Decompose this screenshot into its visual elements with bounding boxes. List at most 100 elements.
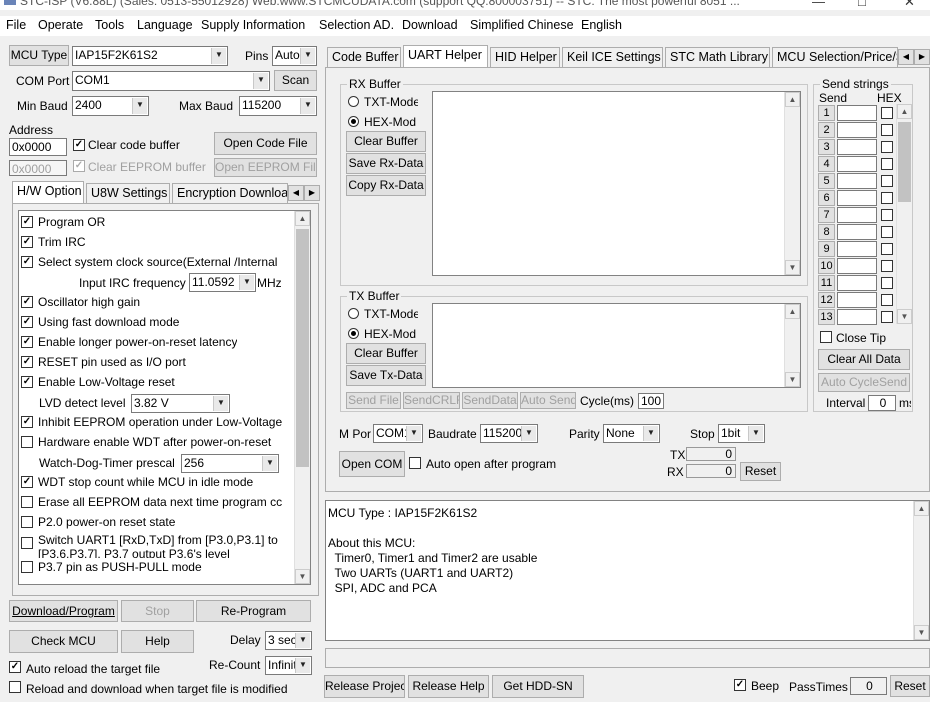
select-clock-checkbox[interactable]: ✓ [21, 256, 33, 268]
release-project-button[interactable]: Release Project [324, 675, 405, 698]
rx-hex-mode-radio[interactable] [348, 116, 359, 127]
tab-hid-helper[interactable]: HID Helper [490, 47, 560, 68]
send-row-button[interactable]: 2 [818, 122, 835, 138]
option-low-voltage[interactable]: ✓ Enable Low-Voltage reset [21, 375, 289, 395]
scroll-thumb[interactable] [296, 229, 309, 467]
menu-operate[interactable]: Operate [38, 18, 83, 32]
scroll-up-icon[interactable]: ▲ [295, 211, 310, 226]
longer-latency-checkbox[interactable]: ✓ [21, 336, 33, 348]
send-string-input[interactable] [837, 173, 877, 189]
send-row-button[interactable]: 12 [818, 292, 835, 308]
scroll-down-icon[interactable]: ▼ [785, 372, 800, 387]
send-string-input[interactable] [837, 122, 877, 138]
pass-times-reset-button[interactable]: Reset [890, 675, 930, 697]
option-longer-latency[interactable]: ✓ Enable longer power-on-reset latency [21, 335, 289, 355]
option-wdt-stop[interactable]: ✓ WDT stop count while MCU in idle mode [21, 475, 289, 495]
tab-scroll-right-icon[interactable]: ▶ [914, 49, 930, 65]
option-osc-gain[interactable]: ✓ Oscillator high gain [21, 295, 289, 315]
scroll-down-icon[interactable]: ▼ [897, 309, 912, 324]
parity-select[interactable]: None ▼ [603, 424, 660, 443]
max-baud-select[interactable]: 115200 ▼ [239, 96, 317, 116]
lvd-select[interactable]: 3.82 V ▼ [131, 394, 230, 413]
send-hex-checkbox[interactable] [881, 124, 893, 136]
send-row-button[interactable]: 10 [818, 258, 835, 274]
send-row-button[interactable]: 8 [818, 224, 835, 240]
tx-txt-mode-radio[interactable] [348, 308, 359, 319]
irc-frequency-select[interactable]: 11.0592 ▼ [189, 273, 256, 292]
send-string-input[interactable] [837, 309, 877, 325]
menu-file[interactable]: File [6, 18, 26, 32]
recount-select[interactable]: Infinit ▼ [265, 656, 312, 675]
hw-option-scrollbar[interactable]: ▲ ▼ [294, 211, 310, 584]
open-com-button[interactable]: Open COM [339, 451, 405, 477]
count-reset-button[interactable]: Reset [740, 462, 781, 481]
option-erase-eeprom[interactable]: Erase all EEPROM data next time program … [21, 495, 289, 515]
menu-simplified-chinese[interactable]: Simplified Chinese [470, 18, 574, 32]
clear-code-buffer-checkbox[interactable]: ✓ [73, 139, 85, 151]
low-voltage-checkbox[interactable]: ✓ [21, 376, 33, 388]
scroll-up-icon[interactable]: ▲ [785, 304, 800, 319]
option-p37-pushpull[interactable]: P3.7 pin as PUSH-PULL mode [21, 560, 289, 580]
send-hex-checkbox[interactable] [881, 175, 893, 187]
send-row-button[interactable]: 4 [818, 156, 835, 172]
option-switch-uart[interactable]: Switch UART1 [RxD,TxD] from [P3.0,P3.1] … [21, 533, 289, 559]
reset-io-checkbox[interactable]: ✓ [21, 356, 33, 368]
uart-com-port-select[interactable]: COM1 ▼ [373, 424, 423, 443]
minimize-icon[interactable]: — [812, 0, 825, 9]
help-button[interactable]: Help [121, 630, 194, 653]
send-hex-checkbox[interactable] [881, 209, 893, 221]
address-input[interactable]: 0x0000 [9, 138, 67, 156]
scroll-down-icon[interactable]: ▼ [295, 569, 310, 584]
tab-mcu-selection[interactable]: MCU Selection/Price/S [772, 47, 898, 68]
send-hex-checkbox[interactable] [881, 158, 893, 170]
send-string-input[interactable] [837, 207, 877, 223]
close-icon[interactable]: ✕ [904, 0, 915, 10]
com-port-select[interactable]: COM1 ▼ [72, 71, 270, 91]
send-hex-checkbox[interactable] [881, 260, 893, 272]
scroll-up-icon[interactable]: ▲ [897, 104, 912, 119]
cycle-input[interactable]: 100 [638, 393, 664, 409]
option-program-or[interactable]: ✓ Program OR [21, 215, 289, 235]
send-row-button[interactable]: 6 [818, 190, 835, 206]
scan-button[interactable]: Scan [274, 70, 317, 91]
tab-scroll-left-icon[interactable]: ◀ [288, 185, 304, 201]
send-row-button[interactable]: 1 [818, 105, 835, 121]
maximize-icon[interactable]: □ [858, 0, 866, 9]
min-baud-select[interactable]: 2400 ▼ [72, 96, 149, 116]
rx-save-data-button[interactable]: Save Rx-Data [346, 153, 426, 174]
tab-keil-ice-settings[interactable]: Keil ICE Settings [562, 47, 663, 68]
option-p20-state[interactable]: P2.0 power-on reset state [21, 515, 289, 535]
check-mcu-button[interactable]: Check MCU [9, 630, 118, 653]
send-row-button[interactable]: 7 [818, 207, 835, 223]
option-trim-irc[interactable]: ✓ Trim IRC [21, 235, 289, 255]
send-string-input[interactable] [837, 105, 877, 121]
trim-irc-checkbox[interactable]: ✓ [21, 236, 33, 248]
tab-scroll-right-icon[interactable]: ▶ [304, 185, 320, 201]
tab-uart-helper[interactable]: UART Helper [403, 45, 488, 68]
scroll-down-icon[interactable]: ▼ [914, 625, 929, 640]
send-hex-checkbox[interactable] [881, 294, 893, 306]
send-hex-checkbox[interactable] [881, 243, 893, 255]
send-row-button[interactable]: 3 [818, 139, 835, 155]
send-string-input[interactable] [837, 292, 877, 308]
rx-txt-mode-radio[interactable] [348, 96, 359, 107]
clear-all-data-button[interactable]: Clear All Data [818, 349, 910, 370]
close-tip-checkbox[interactable] [820, 331, 832, 343]
option-inhibit-eeprom[interactable]: ✓ Inhibit EEPROM operation under Low-Volt… [21, 415, 289, 435]
rx-clear-buffer-button[interactable]: Clear Buffer [346, 131, 426, 152]
send-string-input[interactable] [837, 190, 877, 206]
send-row-button[interactable]: 13 [818, 309, 835, 325]
auto-open-checkbox[interactable] [409, 457, 421, 469]
p20-state-checkbox[interactable] [21, 516, 33, 528]
wdt-stop-checkbox[interactable]: ✓ [21, 476, 33, 488]
send-string-input[interactable] [837, 258, 877, 274]
osc-gain-checkbox[interactable]: ✓ [21, 296, 33, 308]
tab-encryption-download[interactable]: Encryption Downloa [172, 183, 288, 204]
tab-scroll-left-icon[interactable]: ◀ [898, 49, 914, 65]
reload-modified-checkbox[interactable] [9, 681, 21, 693]
send-hex-checkbox[interactable] [881, 226, 893, 238]
delay-select[interactable]: 3 sec ▼ [265, 631, 312, 650]
switch-uart-checkbox[interactable] [21, 537, 33, 549]
auto-reload-checkbox[interactable]: ✓ [9, 661, 21, 673]
menu-language[interactable]: Language [137, 18, 193, 32]
